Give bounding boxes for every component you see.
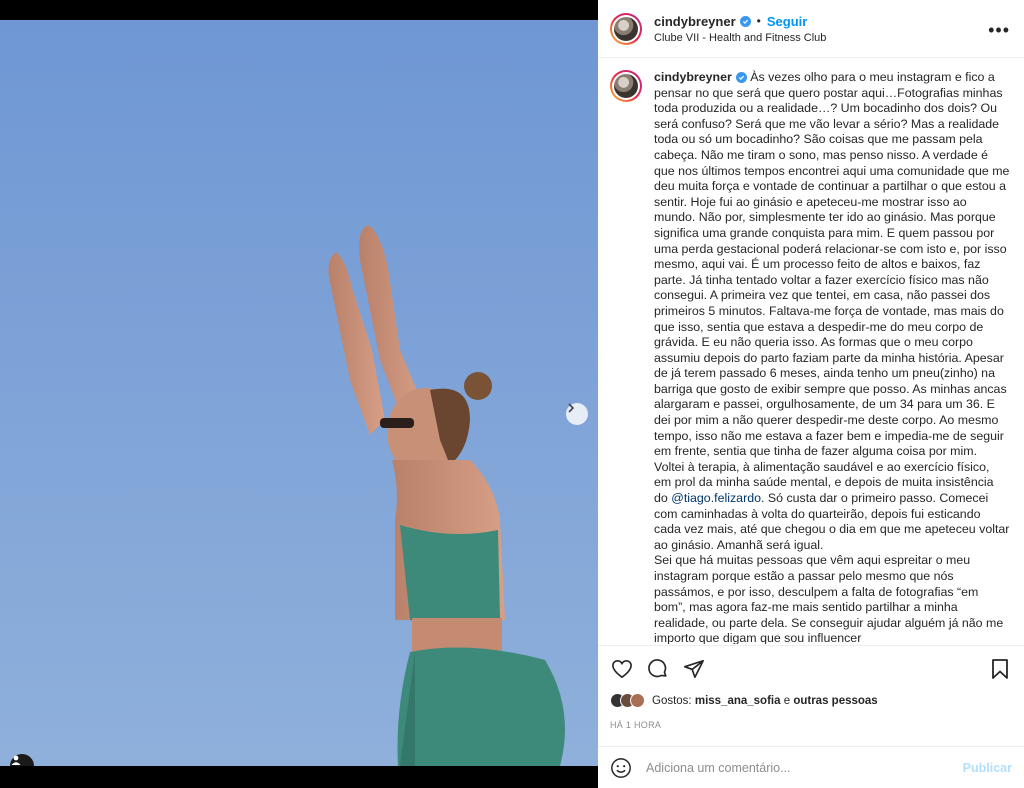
caption-username[interactable]: cindybreyner: [654, 70, 732, 84]
location-link[interactable]: Clube VII - Health and Fitness Club: [654, 32, 826, 44]
post-details-panel: cindybreyner • Seguir Clube VII - Health…: [598, 0, 1024, 788]
post-header: cindybreyner • Seguir Clube VII - Health…: [598, 0, 1024, 58]
verified-badge-icon: [739, 15, 751, 27]
action-bar: [598, 645, 1024, 691]
bookmark-icon[interactable]: [988, 657, 1012, 681]
likes-connector: e: [783, 694, 791, 707]
emoji-icon[interactable]: [610, 757, 632, 779]
liker-username[interactable]: miss_ana_sofia: [695, 695, 781, 707]
likes-summary[interactable]: Gostos: miss_ana_sofia e outras pessoas: [610, 693, 878, 708]
comment-input[interactable]: [646, 760, 963, 775]
author-avatar[interactable]: [610, 12, 642, 45]
send-icon[interactable]: [682, 657, 706, 681]
liker-avatars: [610, 693, 645, 708]
next-photo-button[interactable]: [566, 403, 588, 425]
caption-section: cindybreyner Às vezes olho para o meu in…: [598, 60, 1024, 644]
caption-text: cindybreyner Às vezes olho para o meu in…: [654, 70, 1010, 644]
more-options-icon[interactable]: •••: [988, 20, 1010, 41]
comment-icon[interactable]: [646, 657, 670, 681]
caption-author-avatar[interactable]: [610, 70, 642, 102]
verified-badge-icon: [735, 72, 747, 83]
post-timestamp[interactable]: HÁ 1 HORA: [610, 720, 661, 730]
mention-link[interactable]: @tiago.felizardo: [671, 491, 761, 505]
likes-prefix: Gostos:: [652, 694, 692, 707]
publish-button[interactable]: Publicar: [963, 761, 1012, 775]
post-photo[interactable]: [0, 20, 598, 766]
chevron-right-icon: [568, 403, 575, 413]
caption-paragraph-2: Sei que há muitas pessoas que vêm aqui e…: [654, 553, 1004, 644]
comment-bar: Publicar: [598, 746, 1024, 788]
caption-body: Às vezes olho para o meu instagram e fic…: [654, 70, 1010, 506]
others-link[interactable]: outras pessoas: [793, 695, 877, 707]
follow-button[interactable]: Seguir: [767, 14, 807, 29]
photo-illustration: [0, 20, 598, 766]
separator-dot: •: [756, 14, 761, 28]
user-icon: [11, 755, 21, 765]
heart-icon[interactable]: [610, 657, 634, 681]
author-username[interactable]: cindybreyner: [654, 14, 736, 29]
